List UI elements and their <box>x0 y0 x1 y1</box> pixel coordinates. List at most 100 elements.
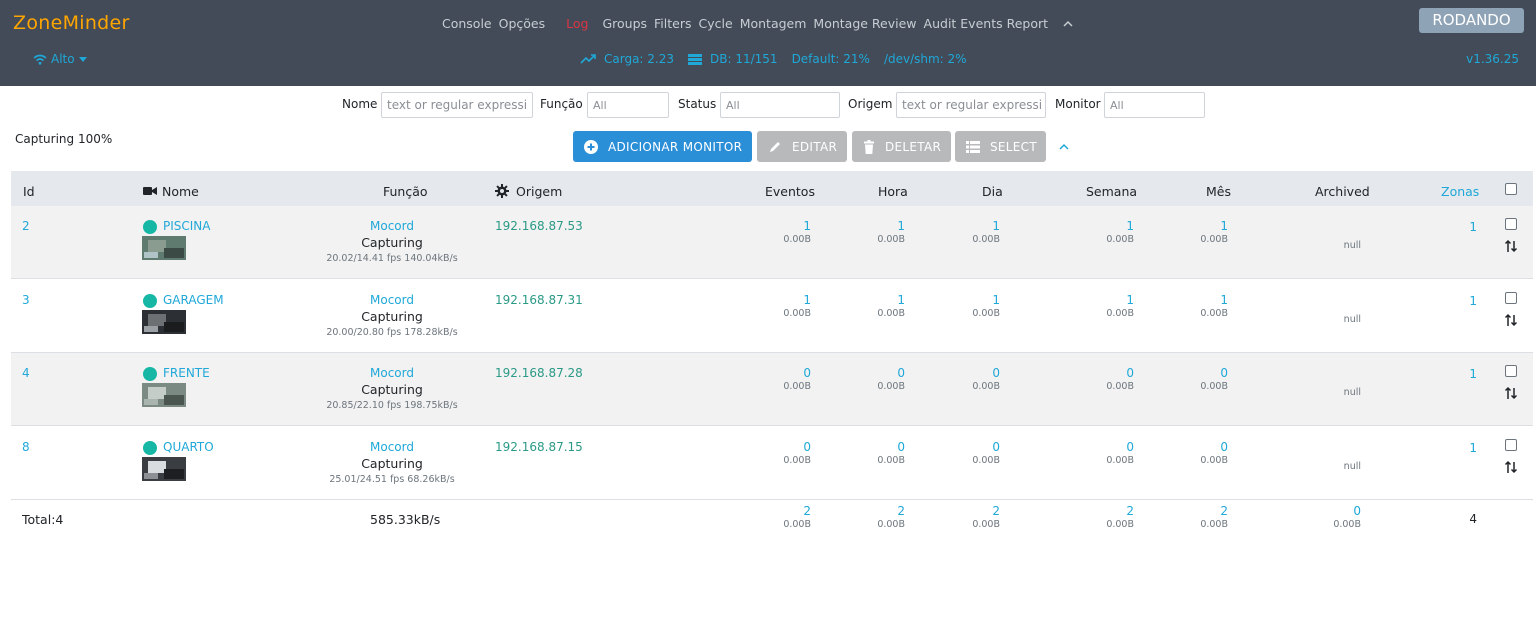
col-archived[interactable]: Archived <box>1315 184 1370 199</box>
status-filter-select[interactable]: All <box>720 92 840 118</box>
edit-button[interactable]: EDITAR <box>757 131 847 162</box>
edit-label: EDITAR <box>792 139 838 154</box>
function-link[interactable]: Mocord <box>311 293 473 307</box>
version-label[interactable]: v1.36.25 <box>1466 52 1519 66</box>
chevron-up-icon[interactable] <box>1058 142 1070 152</box>
capture-status: Capturing <box>361 382 423 397</box>
function-link[interactable]: Mocord <box>311 219 473 233</box>
row-checkbox[interactable] <box>1505 218 1517 230</box>
function-cell: Mocord Capturing 20.85/22.10 fps 198.75k… <box>311 366 473 412</box>
monitor-thumbnail[interactable] <box>142 236 186 260</box>
col-week[interactable]: Semana <box>1086 184 1137 199</box>
menu-cycle[interactable]: Cycle <box>699 16 733 31</box>
row-checkbox[interactable] <box>1505 291 1517 304</box>
table-row: 3 GARAGEM Mocord Capturing 20.00/20.80 f… <box>11 280 1533 353</box>
bandwidth-label: Alto <box>51 52 75 66</box>
col-events[interactable]: Eventos <box>765 184 815 199</box>
function-filter-label: Função <box>540 97 583 111</box>
hour-cell: 0 0.00B <box>877 439 905 466</box>
col-month[interactable]: Mês <box>1206 184 1231 199</box>
hour-cell: 0 0.00B <box>877 366 905 393</box>
menu-options[interactable]: Opções <box>499 16 546 31</box>
capturing-summary: Capturing 100% <box>15 132 113 146</box>
source-link[interactable]: 192.168.87.31 <box>495 293 583 307</box>
main-menu: Console Opções Log Groups Filters Cycle … <box>442 16 1077 31</box>
zones-link[interactable]: 1 <box>1441 220 1477 234</box>
select-button[interactable]: SELECT <box>955 131 1046 162</box>
archived-cell: null <box>1343 460 1361 472</box>
chevron-up-icon[interactable] <box>1063 18 1077 30</box>
function-cell: Mocord Capturing 20.02/14.41 fps 140.04k… <box>311 219 473 265</box>
function-cell: Mocord Capturing 25.01/24.51 fps 68.26kB… <box>311 440 473 486</box>
monitor-id[interactable]: 4 <box>22 366 30 380</box>
sort-arrows-icon[interactable] <box>1504 385 1518 401</box>
brand-logo[interactable]: ZoneMinder <box>13 12 130 34</box>
select-all-checkbox[interactable] <box>1505 183 1517 195</box>
total-hour: 2 0.00B <box>877 504 905 531</box>
month-cell: 0 0.00B <box>1200 366 1228 393</box>
col-function[interactable]: Função <box>383 184 428 199</box>
monitor-thumbnail[interactable] <box>142 309 186 334</box>
run-state-button[interactable]: RODANDO <box>1419 8 1524 33</box>
row-checkbox[interactable] <box>1505 438 1517 451</box>
col-zones[interactable]: Zonas <box>1441 184 1479 199</box>
events-cell: 0 0.00B <box>783 366 811 393</box>
sort-arrows-icon[interactable] <box>1504 459 1518 475</box>
source-filter-label: Origem <box>848 97 893 111</box>
menu-groups[interactable]: Groups <box>602 16 647 31</box>
menu-console[interactable]: Console <box>442 16 492 31</box>
capture-status: Capturing <box>361 308 423 324</box>
monitor-thumbnail[interactable] <box>142 383 186 407</box>
col-source[interactable]: Origem <box>516 184 562 199</box>
fps-readout: 20.00/20.80 fps 178.28kB/s <box>326 326 458 338</box>
monitor-id[interactable]: 8 <box>22 440 30 454</box>
function-link[interactable]: Mocord <box>311 440 473 454</box>
table-row: 4 FRENTE Mocord Capturing 20.85/22.10 fp… <box>11 353 1533 426</box>
monitor-thumbnail[interactable] <box>142 456 186 481</box>
monitor-id[interactable]: 3 <box>22 293 30 307</box>
monitor-filter-select[interactable]: All <box>1104 92 1205 118</box>
monitor-name[interactable]: GARAGEM <box>163 293 224 307</box>
col-id[interactable]: Id <box>23 184 35 199</box>
week-cell: 0 0.00B <box>1106 439 1134 466</box>
menu-montage-review[interactable]: Montage Review <box>813 16 916 31</box>
sort-arrows-icon[interactable] <box>1504 312 1518 328</box>
zones-link[interactable]: 1 <box>1441 441 1477 455</box>
monitor-name[interactable]: PISCINA <box>163 219 211 233</box>
bandwidth-dropdown[interactable]: Alto <box>33 52 87 66</box>
trending-up-icon <box>580 54 596 64</box>
function-filter-select[interactable]: All <box>587 92 669 118</box>
zones-link[interactable]: 1 <box>1441 294 1477 308</box>
archived-cell: null <box>1343 240 1361 251</box>
gear-icon <box>495 184 509 198</box>
monitor-name[interactable]: FRENTE <box>163 366 210 380</box>
add-monitor-button[interactable]: ADICIONAR MONITOR <box>573 131 752 162</box>
source-link[interactable]: 192.168.87.53 <box>495 219 583 233</box>
select-label: SELECT <box>990 139 1037 154</box>
status-filter-label: Status <box>678 97 717 111</box>
name-filter-input[interactable]: text or regular expressi <box>381 92 533 118</box>
day-cell: 0 0.00B <box>972 439 1000 466</box>
col-day[interactable]: Dia <box>982 184 1003 199</box>
row-checkbox[interactable] <box>1505 365 1517 377</box>
menu-audit-events-report[interactable]: Audit Events Report <box>924 16 1049 31</box>
day-cell: 1 0.00B <box>972 292 1000 319</box>
total-day: 2 0.00B <box>972 504 1000 531</box>
day-cell: 0 0.00B <box>972 366 1000 393</box>
menu-montage[interactable]: Montagem <box>740 16 807 31</box>
month-cell: 1 0.00B <box>1200 292 1228 319</box>
fps-readout: 25.01/24.51 fps 68.26kB/s <box>329 473 455 485</box>
menu-log[interactable]: Log <box>566 16 588 31</box>
source-link[interactable]: 192.168.87.15 <box>495 440 583 454</box>
monitor-name[interactable]: QUARTO <box>163 440 214 454</box>
zones-link[interactable]: 1 <box>1441 367 1477 381</box>
delete-button[interactable]: DELETAR <box>852 131 951 162</box>
monitor-id[interactable]: 2 <box>22 219 30 233</box>
col-name[interactable]: Nome <box>162 184 199 199</box>
menu-filters[interactable]: Filters <box>654 16 691 31</box>
col-hour[interactable]: Hora <box>878 184 908 199</box>
function-link[interactable]: Mocord <box>311 366 473 380</box>
source-filter-input[interactable]: text or regular expressi <box>896 92 1046 118</box>
source-link[interactable]: 192.168.87.28 <box>495 366 583 380</box>
sort-arrows-icon[interactable] <box>1504 238 1518 254</box>
